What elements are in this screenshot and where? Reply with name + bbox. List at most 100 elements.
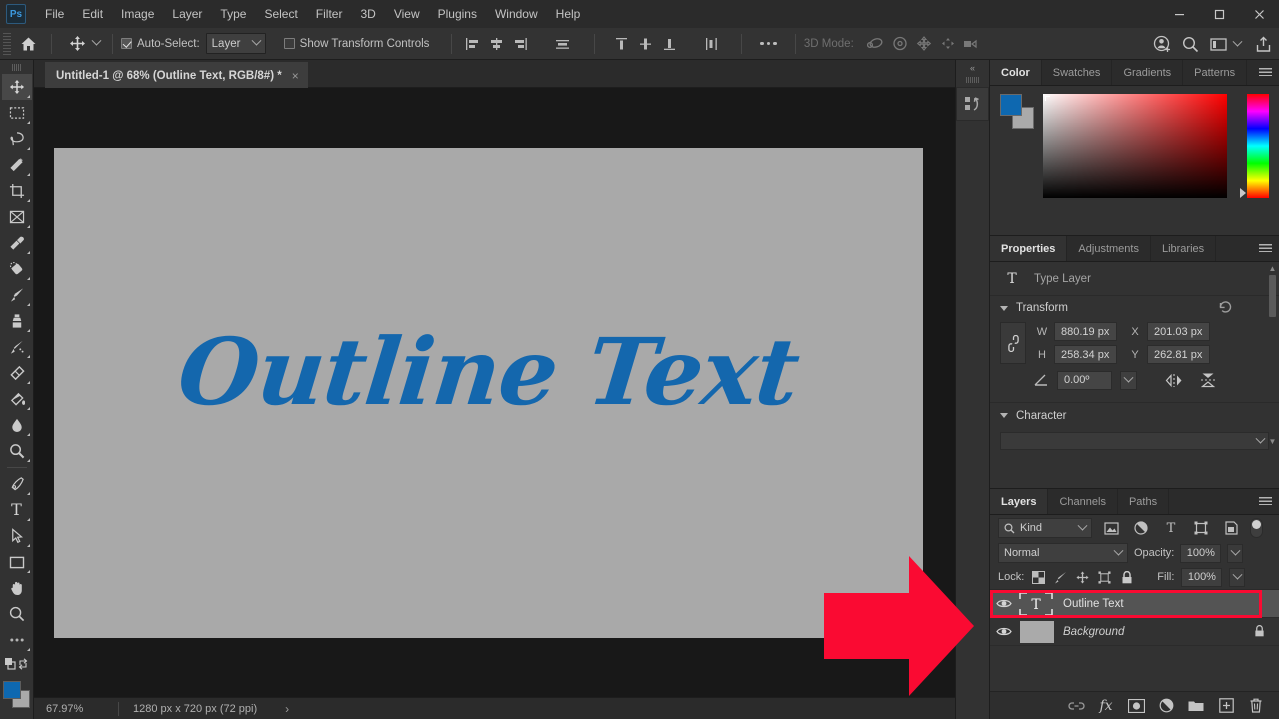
table-row[interactable]: Background: [990, 618, 1279, 646]
fill-input[interactable]: 100%: [1181, 567, 1223, 587]
minimize-button[interactable]: [1159, 0, 1199, 28]
menu-window[interactable]: Window: [486, 0, 547, 28]
y-input[interactable]: 262.81 px: [1147, 345, 1210, 364]
lock-position-icon[interactable]: [1075, 569, 1090, 585]
menu-view[interactable]: View: [385, 0, 429, 28]
chevron-down-icon[interactable]: [1252, 433, 1268, 449]
home-icon[interactable]: [13, 29, 43, 59]
align-horizontal-centers-button[interactable]: [484, 32, 508, 56]
auto-select-checkbox[interactable]: [121, 38, 132, 49]
panel-menu-icon[interactable]: [1259, 68, 1272, 78]
horizontal-type-tool[interactable]: T: [2, 497, 32, 523]
table-row[interactable]: T Outline Text: [990, 590, 1279, 618]
layer-style-fx-icon[interactable]: fx: [1097, 697, 1115, 715]
orbit-3d-icon[interactable]: [864, 32, 888, 56]
zoom-level[interactable]: 67.97%: [34, 703, 118, 715]
blur-tool[interactable]: [2, 412, 32, 438]
tab-channels[interactable]: Channels: [1048, 489, 1118, 514]
crop-tool[interactable]: [2, 178, 32, 204]
zoom-tool[interactable]: [2, 601, 32, 627]
gradient-tool[interactable]: [2, 386, 32, 412]
transform-section-header[interactable]: Transform: [990, 296, 1279, 320]
filter-smart-object-icon[interactable]: [1220, 518, 1242, 538]
x-input[interactable]: 201.03 px: [1147, 322, 1210, 341]
layer-thumbnail-background[interactable]: [1020, 620, 1054, 643]
tab-paths[interactable]: Paths: [1118, 489, 1170, 514]
new-adjustment-layer-icon[interactable]: [1157, 697, 1175, 715]
align-top-edges-button[interactable]: [609, 32, 633, 56]
align-right-edges-button[interactable]: [508, 32, 532, 56]
menu-plugins[interactable]: Plugins: [429, 0, 486, 28]
more-options-button[interactable]: [750, 41, 787, 46]
layer-thumbnail-text[interactable]: T: [1018, 591, 1054, 616]
tab-layers[interactable]: Layers: [990, 489, 1049, 514]
chevron-down-icon[interactable]: [91, 35, 102, 46]
flip-horizontal-icon[interactable]: [1161, 370, 1187, 390]
link-icon[interactable]: [1000, 322, 1026, 364]
panel-menu-icon[interactable]: [1259, 497, 1272, 507]
lock-artboard-nesting-icon[interactable]: [1097, 569, 1112, 585]
delete-layer-icon[interactable]: [1247, 697, 1265, 715]
frame-tool[interactable]: [2, 204, 32, 230]
auto-select-scope-dropdown[interactable]: Layer: [205, 33, 266, 54]
filter-adjustment-icon[interactable]: [1130, 518, 1152, 538]
history-brush-tool[interactable]: [2, 334, 32, 360]
canvas-area[interactable]: Outline Text: [34, 88, 955, 697]
status-expand-arrow-icon[interactable]: ›: [285, 702, 289, 716]
roll-3d-icon[interactable]: [888, 32, 912, 56]
dodge-tool[interactable]: [2, 438, 32, 464]
angle-input[interactable]: 0.00º: [1057, 370, 1112, 390]
filter-pixel-icon[interactable]: [1100, 518, 1122, 538]
layer-name[interactable]: Background: [1063, 626, 1124, 638]
menu-file[interactable]: File: [36, 0, 73, 28]
path-selection-tool[interactable]: [2, 523, 32, 549]
spot-healing-brush-tool[interactable]: [2, 256, 32, 282]
hand-tool[interactable]: [2, 575, 32, 601]
distribute-vertical-button[interactable]: [699, 32, 723, 56]
color-swatches[interactable]: [1000, 94, 1034, 130]
layer-mask-icon[interactable]: [1127, 697, 1145, 715]
maximize-button[interactable]: [1199, 0, 1239, 28]
align-left-edges-button[interactable]: [460, 32, 484, 56]
export-icon[interactable]: [1251, 32, 1275, 56]
toolbar-grip[interactable]: [11, 64, 22, 71]
filter-toggle[interactable]: [1250, 518, 1263, 538]
tab-gradients[interactable]: Gradients: [1112, 60, 1184, 85]
workspace-icon[interactable]: [1206, 32, 1230, 56]
font-family-input[interactable]: [1000, 432, 1269, 450]
eyedropper-tool[interactable]: [2, 230, 32, 256]
menu-type[interactable]: Type: [211, 0, 255, 28]
document-canvas[interactable]: Outline Text: [54, 148, 923, 638]
color-field[interactable]: [1043, 94, 1228, 198]
tab-properties[interactable]: Properties: [990, 236, 1068, 261]
chevron-down-icon[interactable]: [1232, 36, 1243, 47]
filter-type-icon[interactable]: T: [1160, 518, 1182, 538]
layer-name[interactable]: Outline Text: [1063, 598, 1124, 610]
pen-tool[interactable]: [2, 471, 32, 497]
fill-dropdown[interactable]: [1229, 567, 1246, 587]
layer-visibility-icon[interactable]: [990, 590, 1018, 618]
foreground-background-color[interactable]: [2, 679, 32, 709]
move-tool[interactable]: [1, 74, 32, 100]
eraser-tool[interactable]: [2, 360, 32, 386]
edit-toolbar-button[interactable]: [2, 627, 32, 653]
menu-help[interactable]: Help: [547, 0, 590, 28]
show-transform-controls-checkbox[interactable]: [283, 38, 295, 49]
flip-vertical-icon[interactable]: [1195, 370, 1221, 390]
share-user-icon[interactable]: [1150, 32, 1174, 56]
align-bottom-edges-button[interactable]: [657, 32, 681, 56]
scroll-up-icon[interactable]: ▲: [1268, 264, 1277, 273]
menu-3d[interactable]: 3D: [351, 0, 384, 28]
character-section-header[interactable]: Character: [990, 402, 1279, 426]
menu-select[interactable]: Select: [255, 0, 306, 28]
lasso-tool[interactable]: [2, 126, 32, 152]
rectangle-tool[interactable]: [2, 549, 32, 575]
default-colors-and-swap[interactable]: [2, 653, 32, 675]
properties-scrollbar[interactable]: ▲ ▼: [1268, 264, 1277, 446]
height-input[interactable]: 258.34 px: [1054, 345, 1117, 364]
tab-adjustments[interactable]: Adjustments: [1067, 236, 1151, 261]
filter-kind-dropdown[interactable]: Kind: [998, 518, 1092, 538]
align-vertical-centers-button[interactable]: [633, 32, 657, 56]
opacity-dropdown[interactable]: [1227, 543, 1244, 563]
pan-3d-icon[interactable]: [912, 32, 936, 56]
